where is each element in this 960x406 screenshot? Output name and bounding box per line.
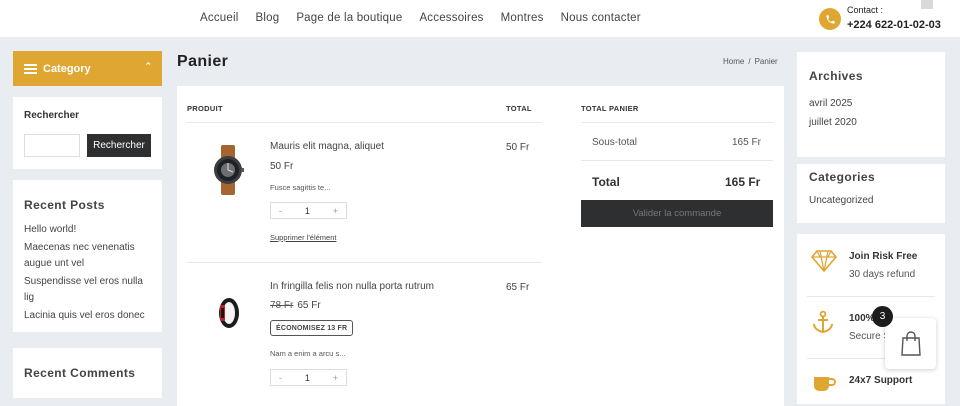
search-input[interactable] [24,134,80,157]
recent-posts-list: Hello world! Maecenas nec venenatis augu… [24,222,154,325]
breadcrumb: Home / Panier [723,57,778,66]
product-old-price: 78 Fr [270,300,294,311]
column-header-total: TOTAL [506,104,532,113]
nav-link-accueil[interactable]: Accueil [200,12,238,24]
feature-title: Join Risk Free [849,251,918,262]
anchor-icon [811,310,835,339]
recent-post-link[interactable]: Suspendisse vel eros nulla lig [24,274,154,307]
archive-link[interactable]: avril 2025 [809,94,857,113]
subtotal-label: Sous-total [592,137,638,148]
cart-totals-title: TOTAL PANIER [581,104,639,113]
divider [581,122,773,123]
quantity-stepper[interactable]: - 1 + [270,202,347,219]
recent-comments-title: Recent Comments [24,366,136,380]
column-header-product: PRODUIT [187,104,223,113]
archives-list: avril 2025 juillet 2020 [809,94,857,132]
contact-label: Contact : [847,5,884,15]
top-navigation-bar: Accueil Blog Page de la boutique Accesso… [0,0,960,37]
product-image-watch[interactable] [209,145,247,200]
archives-widget: Archives avril 2025 juillet 2020 [797,52,945,157]
feature-title: 100% [849,313,875,324]
search-widget-title: Rechercher [24,110,80,121]
product-price: 78 Fr 65 Fr [270,300,321,311]
qty-plus-button[interactable]: + [333,373,338,383]
search-button[interactable]: Rechercher [87,134,151,157]
category-menu-button[interactable]: Category ⌃ [13,51,162,86]
feature-title: 24x7 Support [849,375,913,386]
feature-subtitle: Secure S [849,331,891,342]
total-value: 165 Fr [725,175,761,189]
product-description: Nam a enim a arcu s... [270,349,346,358]
discount-badge: ÉCONOMISEZ 13 FR [270,320,354,336]
quantity-stepper[interactable]: - 1 + [270,369,347,386]
divider [187,122,542,123]
qty-minus-button[interactable]: - [279,373,282,383]
page-title: Panier [177,53,229,70]
qty-minus-button[interactable]: - [279,206,282,216]
breadcrumb-separator: / [748,57,751,66]
hamburger-icon [24,62,37,76]
category-link[interactable]: Uncategorized [809,195,873,206]
coffee-cup-icon [811,374,837,399]
checkout-button[interactable]: Valider la commande [581,200,773,227]
nav-link-blog[interactable]: Blog [255,12,279,24]
qty-value[interactable]: 1 [305,373,310,383]
search-widget: Rechercher Rechercher [13,97,162,169]
line-total: 65 Fr [506,282,530,293]
archives-title: Archives [809,69,863,83]
product-current-price: 50 Fr [270,161,294,172]
phone-icon [819,8,841,30]
product-name[interactable]: Mauris elit magna, aliquet [270,141,384,152]
qty-plus-button[interactable]: + [333,206,338,216]
cart-count-badge: 3 [872,306,893,327]
product-price: 50 Fr [270,161,293,172]
categories-title: Categories [809,170,876,184]
contact-phone[interactable]: +224 622-01-02-03 [847,19,941,31]
divider [807,296,935,297]
recent-posts-widget: Recent Posts Hello world! Maecenas nec v… [13,180,162,332]
divider [581,160,773,161]
subtotal-value: 165 Fr [732,137,761,148]
nav-link-contact[interactable]: Nous contacter [561,12,641,24]
line-total: 50 Fr [506,142,530,153]
divider [187,262,542,263]
product-description: Fusce sagittis te... [270,183,331,192]
product-image-fitness-band[interactable] [215,296,243,335]
breadcrumb-home[interactable]: Home [723,57,744,66]
nav-link-boutique[interactable]: Page de la boutique [296,12,402,24]
product-current-price: 65 Fr [297,300,321,311]
product-name[interactable]: In fringilla felis non nulla porta rutru… [270,281,434,292]
recent-post-link[interactable]: Hello world! [24,222,154,239]
recent-post-link[interactable]: Maecenas nec venenatis augue unt vel [24,240,154,273]
recent-post-link[interactable]: Lacinia quis vel eros donec [24,308,154,325]
cart-card [177,86,784,406]
remove-item-link[interactable]: Supprimer l'élément [270,233,336,242]
recent-posts-title: Recent Posts [24,198,105,212]
qty-value[interactable]: 1 [305,206,310,216]
archive-link[interactable]: juillet 2020 [809,113,857,132]
user-icon[interactable] [921,0,933,9]
nav-link-montres[interactable]: Montres [501,12,544,24]
nav-link-accessoires[interactable]: Accessoires [419,12,483,24]
category-label: Category [43,62,91,75]
categories-widget: Categories Uncategorized [797,164,945,223]
shopping-bag-icon [900,330,921,356]
feature-subtitle: 30 days refund [849,269,916,280]
floating-cart-button[interactable] [885,318,936,369]
chevron-up-icon: ⌃ [144,61,152,71]
main-nav: Accueil Blog Page de la boutique Accesso… [200,12,658,24]
recent-comments-widget: Recent Comments [13,348,162,398]
breadcrumb-current: Panier [754,57,778,66]
total-label: Total [592,175,620,189]
diamond-icon [810,250,838,277]
